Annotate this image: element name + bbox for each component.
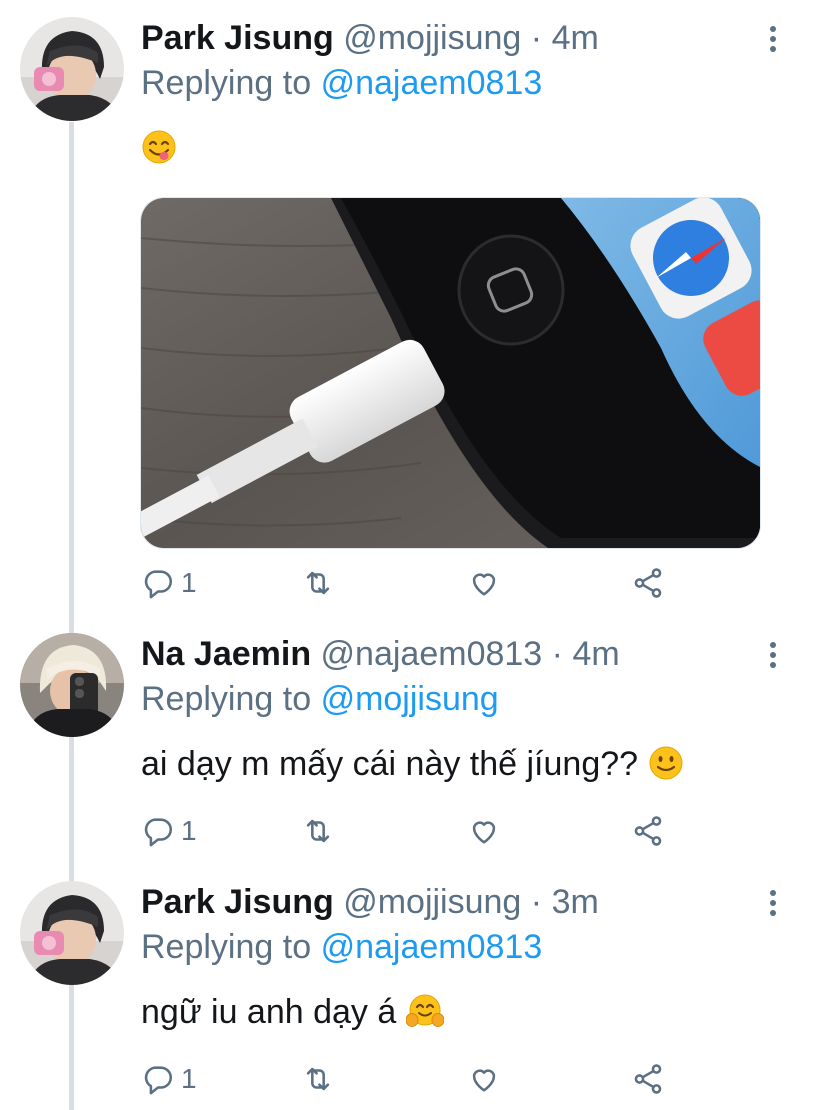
reply-button[interactable]: 1 xyxy=(141,811,197,851)
display-name[interactable]: Na Jaemin xyxy=(141,635,311,673)
heart-icon xyxy=(472,573,496,596)
reply-icon xyxy=(144,1066,173,1095)
mention-link[interactable]: @mojjisung xyxy=(321,680,499,718)
timestamp[interactable]: 4m xyxy=(572,635,619,673)
display-name[interactable]: Park Jisung xyxy=(141,19,334,57)
more-options-icon[interactable] xyxy=(764,26,782,56)
tweet-actions: 1 xyxy=(141,1059,681,1099)
tweet-text: ngữ iu anh dạy á xyxy=(141,990,445,1040)
tweet-image[interactable] xyxy=(140,197,761,549)
avatar[interactable] xyxy=(20,17,124,121)
share-icon xyxy=(634,1064,662,1094)
like-button[interactable] xyxy=(467,563,501,603)
share-button[interactable] xyxy=(631,1059,665,1099)
retweet-button[interactable] xyxy=(301,811,335,851)
tweet[interactable]: Na Jaemin @najaem0813 · 4m Replying to @… xyxy=(0,616,828,866)
retweet-icon xyxy=(306,819,330,843)
retweet-button[interactable] xyxy=(301,563,335,603)
replying-to: Replying to @najaem0813 xyxy=(141,927,542,967)
reply-button[interactable]: 1 xyxy=(141,1059,197,1099)
heart-icon xyxy=(472,1069,496,1092)
replying-to-prefix: Replying to xyxy=(141,64,312,102)
timestamp[interactable]: 3m xyxy=(552,883,599,921)
retweet-icon xyxy=(306,571,330,595)
user-handle[interactable]: @mojjisung xyxy=(343,883,521,921)
reply-button[interactable]: 1 xyxy=(141,563,197,603)
mention-link[interactable]: @najaem0813 xyxy=(321,928,543,966)
heart-icon xyxy=(472,821,496,844)
slightly-smiling-face-emoji xyxy=(648,745,684,792)
mention-link[interactable]: @najaem0813 xyxy=(321,64,543,102)
reply-count: 1 xyxy=(181,815,197,846)
replying-to-prefix: Replying to xyxy=(141,928,312,966)
reply-icon xyxy=(144,818,173,847)
user-handle[interactable]: @mojjisung xyxy=(343,19,521,57)
tweet-header: Park Jisung @mojjisung · 3m xyxy=(141,882,599,922)
reply-count: 1 xyxy=(181,1063,197,1094)
separator-dot: · xyxy=(530,883,543,921)
reply-icon xyxy=(144,570,173,599)
retweet-button[interactable] xyxy=(301,1059,335,1099)
separator-dot: · xyxy=(551,635,563,673)
share-button[interactable] xyxy=(631,563,665,603)
tweet[interactable]: Park Jisung @mojjisung · 3m Replying to … xyxy=(0,864,828,1110)
retweet-icon xyxy=(306,1067,330,1091)
avatar[interactable] xyxy=(20,633,124,737)
more-options-icon[interactable] xyxy=(764,642,782,672)
tweet-header: Na Jaemin @najaem0813 · 4m xyxy=(141,634,620,674)
tweet-actions: 1 xyxy=(141,563,681,603)
tweet-header: Park Jisung @mojjisung · 4m xyxy=(141,18,599,58)
separator-dot: · xyxy=(530,19,543,57)
share-icon xyxy=(634,816,662,846)
user-handle[interactable]: @najaem0813 xyxy=(321,635,543,673)
reply-count: 1 xyxy=(181,567,197,598)
tweet-text: ai dạy m mấy cái này thế jíung?? xyxy=(141,742,684,792)
like-button[interactable] xyxy=(467,1059,501,1099)
display-name[interactable]: Park Jisung xyxy=(141,883,334,921)
share-icon xyxy=(634,568,662,598)
tweet-text-content: ngữ iu anh dạy á xyxy=(141,993,397,1031)
replying-to-prefix: Replying to xyxy=(141,680,312,718)
tweet-actions: 1 xyxy=(141,811,681,851)
replying-to: Replying to @mojjisung xyxy=(141,679,499,719)
more-options-icon[interactable] xyxy=(764,890,782,920)
tweet-text-content: ai dạy m mấy cái này thế jíung?? xyxy=(141,745,639,783)
timestamp[interactable]: 4m xyxy=(552,19,599,57)
like-button[interactable] xyxy=(467,811,501,851)
hugging-face-emoji xyxy=(405,993,445,1040)
tweet-text xyxy=(141,126,177,176)
avatar[interactable] xyxy=(20,881,124,985)
share-button[interactable] xyxy=(631,811,665,851)
replying-to: Replying to @najaem0813 xyxy=(141,63,542,103)
yum-face-emoji xyxy=(141,129,177,176)
tweet[interactable]: Park Jisung @mojjisung · 4m Replying to … xyxy=(0,0,828,610)
